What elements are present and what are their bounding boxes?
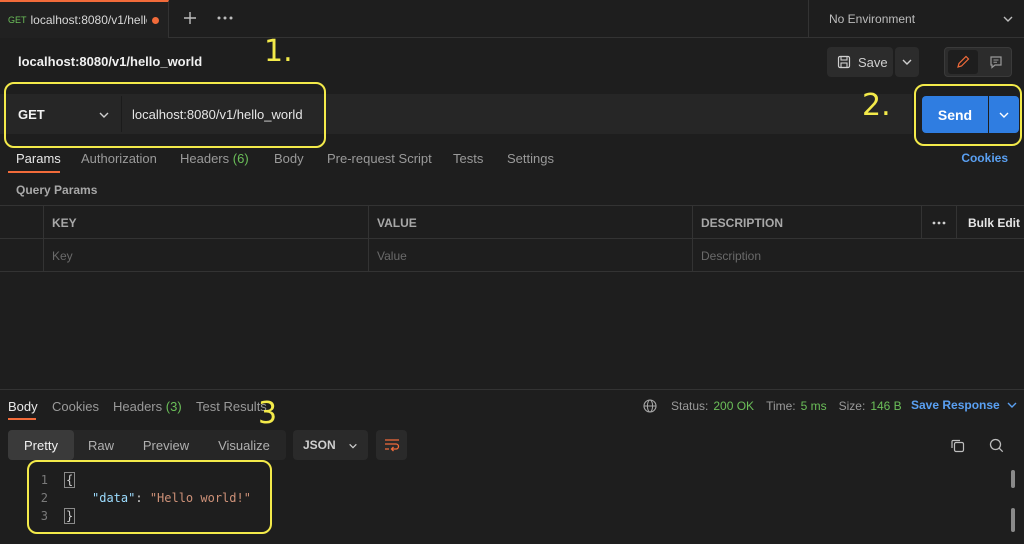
format-select[interactable]: JSON	[293, 430, 368, 460]
environment-select[interactable]: No Environment	[808, 0, 1024, 38]
response-tab-headers-label: Headers	[113, 399, 163, 414]
view-visualize[interactable]: Visualize	[206, 430, 282, 460]
row-checkbox-cell	[0, 206, 44, 239]
time-label: Time:	[766, 399, 796, 413]
column-header-value: VALUE	[369, 206, 693, 239]
chevron-down-icon	[902, 59, 912, 65]
edit-button[interactable]	[948, 50, 978, 74]
comment-icon	[990, 56, 1002, 69]
more-icon	[217, 16, 233, 20]
column-header-description: DESCRIPTION	[693, 206, 922, 239]
comments-button[interactable]	[981, 50, 1011, 74]
response-tab-cookies[interactable]: Cookies	[52, 399, 99, 414]
annotation-label-2: 2.	[862, 88, 891, 123]
save-response-label: Save Response	[911, 398, 1000, 412]
tab-more-button[interactable]	[214, 8, 236, 28]
response-view-tabs: Pretty Raw Preview Visualize	[8, 430, 286, 460]
chevron-down-icon	[1003, 16, 1013, 22]
view-pretty[interactable]: Pretty	[8, 430, 74, 460]
view-raw[interactable]: Raw	[76, 430, 126, 460]
tab-body[interactable]: Body	[274, 151, 304, 166]
format-label: JSON	[303, 438, 336, 452]
key-input[interactable]: Key	[44, 239, 369, 272]
save-options-button[interactable]	[895, 47, 919, 77]
tab-headers[interactable]: Headers (6)	[180, 151, 249, 166]
column-options-button[interactable]	[922, 206, 957, 239]
tab-prerequest-script[interactable]: Pre-request Script	[327, 151, 432, 166]
row-checkbox-cell	[0, 239, 44, 272]
bulk-edit-button[interactable]: Bulk Edit	[957, 206, 1024, 239]
tab-params[interactable]: Params	[16, 151, 61, 166]
copy-button[interactable]	[946, 434, 968, 456]
environment-label: No Environment	[829, 12, 916, 26]
value-input[interactable]: Value	[369, 239, 693, 272]
table-header-row: KEY VALUE DESCRIPTION Bulk Edit	[0, 206, 1024, 239]
tab-bar: GET localhost:8080/v1/hello No Environme…	[0, 0, 1024, 38]
status-label: Status:	[671, 399, 709, 413]
tab-headers-label: Headers	[180, 151, 230, 166]
tab-headers-count: (6)	[232, 151, 249, 166]
save-button[interactable]: Save	[827, 47, 893, 77]
more-icon	[932, 221, 946, 224]
save-response-button[interactable]: Save Response	[911, 398, 1018, 412]
annotation-box-3	[27, 460, 272, 534]
response-tab-headers[interactable]: Headers (3)	[113, 399, 182, 414]
query-params-table: KEY VALUE DESCRIPTION Bulk Edit Key Valu…	[0, 205, 1024, 272]
tab-authorization[interactable]: Authorization	[81, 151, 157, 166]
active-tab-indicator	[8, 171, 60, 173]
annotation-label-1: 1.	[264, 34, 293, 69]
chevron-down-icon	[1007, 402, 1017, 408]
request-tab[interactable]: GET localhost:8080/v1/hello	[0, 0, 169, 38]
size-value: 146 B	[870, 399, 902, 413]
query-params-title: Query Params	[16, 183, 98, 197]
unsaved-dot-icon	[151, 16, 159, 24]
copy-icon	[950, 439, 964, 452]
column-header-key: KEY	[44, 206, 369, 239]
table-row: Key Value Description	[0, 239, 1024, 272]
wrap-icon	[384, 439, 399, 452]
save-label: Save	[858, 54, 888, 70]
search-button[interactable]	[985, 434, 1007, 456]
request-tabs: Params Authorization Headers (6) Body Pr…	[0, 148, 1024, 174]
annotation-box-1	[4, 82, 326, 148]
response-tab-headers-count: (3)	[165, 399, 182, 414]
view-toggle	[944, 47, 1012, 77]
chevron-down-icon	[349, 443, 357, 449]
save-icon	[837, 55, 851, 69]
tab-tests[interactable]: Tests	[453, 151, 483, 166]
response-tab-body[interactable]: Body	[8, 399, 38, 414]
globe-icon[interactable]	[643, 399, 657, 413]
view-preview[interactable]: Preview	[130, 430, 202, 460]
size-label: Size:	[838, 399, 866, 413]
description-input[interactable]: Description	[693, 239, 1024, 272]
wrap-lines-button[interactable]	[376, 430, 407, 460]
response-status: Status: 200 OK Time: 5 ms Size: 146 B	[643, 397, 914, 415]
pencil-icon	[957, 55, 970, 68]
tab-method: GET	[8, 15, 27, 25]
search-icon	[989, 438, 1003, 452]
request-title: localhost:8080/v1/hello_world	[18, 54, 203, 69]
plus-icon	[184, 12, 196, 24]
annotation-box-2	[914, 84, 1022, 146]
tab-title: localhost:8080/v1/hello	[30, 13, 147, 27]
response-divider	[0, 389, 1024, 390]
scrollbar[interactable]	[1011, 470, 1015, 488]
new-tab-button[interactable]	[180, 8, 200, 28]
response-tab-test-results[interactable]: Test Results	[196, 399, 267, 414]
scrollbar-thumb[interactable]	[1011, 508, 1015, 532]
active-response-tab-indicator	[8, 418, 36, 420]
time-value: 5 ms	[800, 399, 827, 413]
status-value: 200 OK	[713, 399, 755, 413]
tab-settings[interactable]: Settings	[507, 151, 554, 166]
annotation-label-3: 3	[258, 396, 278, 431]
cookies-link[interactable]: Cookies	[961, 151, 1008, 165]
